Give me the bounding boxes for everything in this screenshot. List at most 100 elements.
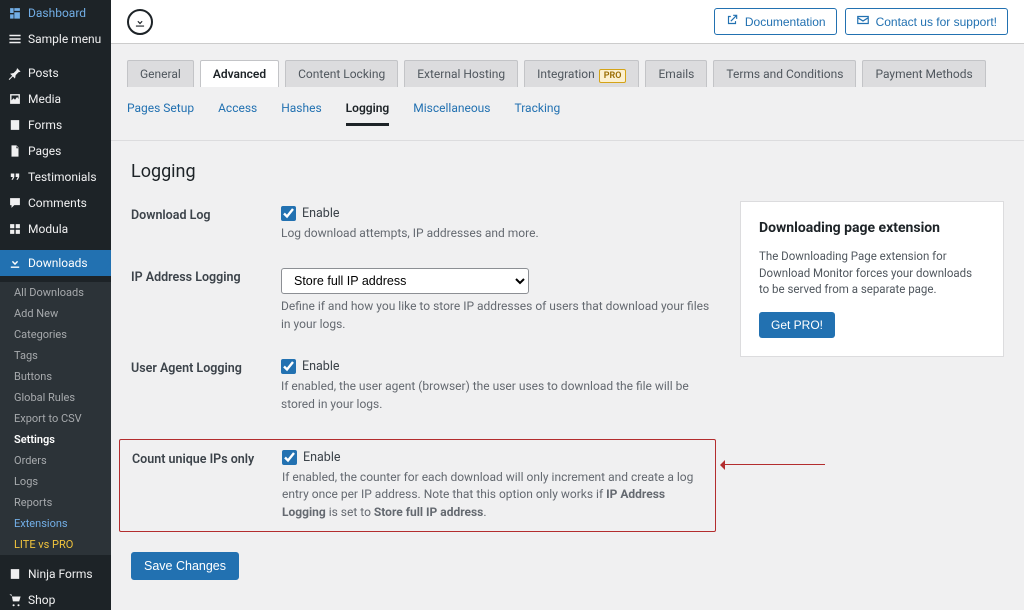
tab-advanced[interactable]: Advanced [200,60,279,87]
setting-label: IP Address Logging [131,268,281,285]
sidebar-item-label: Media [28,92,61,106]
secondary-tabs: Pages Setup Access Hashes Logging Miscellane… [111,87,1024,141]
sidebar-item-media[interactable]: Media [0,86,111,112]
tab-emails[interactable]: Emails [645,60,707,87]
tab-content-locking[interactable]: Content Locking [285,60,398,87]
quote-icon [8,170,22,184]
sidebar-item-shop[interactable]: Shop [0,587,111,610]
tab-payment-methods[interactable]: Payment Methods [862,60,985,87]
ip-logging-select[interactable]: Store full IP address [281,268,529,294]
main-content: Documentation Contact us for support! Ge… [111,0,1024,610]
sidebar-item-label: Shop [28,593,55,607]
primary-tabs: GeneralAdvancedContent LockingExternal H… [127,60,1008,87]
sidebar-item-posts[interactable]: Posts [0,60,111,86]
enable-label: Enable [302,206,340,221]
enable-label: Enable [302,359,340,374]
sidebar-subitem-all-downloads[interactable]: All Downloads [0,282,111,303]
sidebar-item-label: Sample menu [28,32,101,46]
tab-external-hosting[interactable]: External Hosting [404,60,518,87]
promo-title: Downloading page extension [759,220,985,236]
promo-desc: The Downloading Page extension for Downl… [759,248,985,298]
sidebar-item-label: Modula [28,222,68,236]
subtab-access[interactable]: Access [218,101,257,126]
sidebar-subitem-extensions[interactable]: Extensions [0,513,111,534]
forms-icon [8,567,22,581]
sidebar-item-ninja-forms[interactable]: Ninja Forms [0,561,111,587]
subtab-logging[interactable]: Logging [346,101,390,126]
sidebar-item-label: Forms [28,118,62,132]
support-button[interactable]: Contact us for support! [845,8,1008,35]
setting-desc: Define if and how you like to store IP a… [281,298,716,333]
topbar: Documentation Contact us for support! [111,0,1024,44]
forms-icon [8,118,22,132]
page-icon [8,144,22,158]
sidebar-subitem-export-to-csv[interactable]: Export to CSV [0,408,111,429]
sidebar-item-label: Pages [28,144,61,158]
sidebar-item-downloads[interactable]: Downloads [0,250,111,276]
tab-general[interactable]: General [127,60,194,87]
dashboard-icon [8,6,22,20]
sidebar-item-sample-menu[interactable]: Sample menu [0,26,111,52]
subtab-pages-setup[interactable]: Pages Setup [127,101,194,126]
sidebar-item-testimonials[interactable]: Testimonials [0,164,111,190]
setting-unique-ip: Count unique IPs only Enable If enabled,… [132,450,703,521]
save-button[interactable]: Save Changes [131,552,239,580]
sidebar-item-modula[interactable]: Modula [0,216,111,242]
sidebar-subitem-reports[interactable]: Reports [0,492,111,513]
support-label: Contact us for support! [876,15,997,29]
modula-icon [8,222,22,236]
tab-terms-and-conditions[interactable]: Terms and Conditions [713,60,856,87]
sidebar-subitem-logs[interactable]: Logs [0,471,111,492]
sidebar-subitem-tags[interactable]: Tags [0,345,111,366]
sidebar-item-label: Dashboard [28,6,86,20]
sidebar-item-label: Testimonials [28,170,97,184]
pro-badge: PRO [599,69,627,83]
comment-icon [8,196,22,210]
documentation-button[interactable]: Documentation [714,8,837,35]
download-log-checkbox[interactable] [281,206,296,221]
admin-sidebar: Dashboard Sample menu Posts Media Forms Pages… [0,0,111,610]
annotation-arrow [721,464,825,465]
setting-download-log: Download Log Enable Log download attempt… [131,206,716,242]
page-title: Logging [131,161,716,182]
media-icon [8,92,22,106]
sidebar-subitem-buttons[interactable]: Buttons [0,366,111,387]
sidebar-subitem-settings[interactable]: Settings [0,429,111,450]
setting-ip-logging: IP Address Logging Store full IP address… [131,268,716,333]
sidebar-item-label: Ninja Forms [28,567,93,581]
plugin-logo [127,9,153,35]
unique-ip-checkbox[interactable] [282,450,297,465]
ua-logging-checkbox[interactable] [281,359,296,374]
setting-ua-logging: User Agent Logging Enable If enabled, th… [131,359,716,413]
highlighted-setting-box: Count unique IPs only Enable If enabled,… [119,439,716,532]
menu-icon [8,32,22,46]
sidebar-item-label: Downloads [28,256,88,270]
setting-desc: If enabled, the counter for each downloa… [282,469,703,521]
subtab-miscellaneous[interactable]: Miscellaneous [413,101,490,126]
setting-label: Count unique IPs only [132,450,282,467]
setting-desc: If enabled, the user agent (browser) the… [281,378,716,413]
promo-box: Downloading page extension The Downloadi… [740,201,1004,357]
sidebar-item-forms[interactable]: Forms [0,112,111,138]
promo-button[interactable]: Get PRO! [759,312,835,338]
sidebar-subitem-orders[interactable]: Orders [0,450,111,471]
sidebar-item-dashboard[interactable]: Dashboard [0,0,111,26]
tab-integration[interactable]: IntegrationPRO [524,60,639,87]
sidebar-subitem-lite-vs-pro[interactable]: LITE vs PRO [0,534,111,555]
setting-label: Download Log [131,206,281,223]
setting-desc: Log download attempts, IP addresses and … [281,225,716,242]
subtab-tracking[interactable]: Tracking [515,101,561,126]
pin-icon [8,66,22,80]
sidebar-subitem-global-rules[interactable]: Global Rules [0,387,111,408]
sidebar-subitem-add-new[interactable]: Add New [0,303,111,324]
sidebar-item-comments[interactable]: Comments [0,190,111,216]
sidebar-subitem-categories[interactable]: Categories [0,324,111,345]
sidebar-item-pages[interactable]: Pages [0,138,111,164]
external-link-icon [725,13,739,30]
sidebar-item-label: Posts [28,66,59,80]
subtab-hashes[interactable]: Hashes [281,101,321,126]
documentation-label: Documentation [745,15,826,29]
setting-label: User Agent Logging [131,359,281,376]
sidebar-item-label: Comments [28,196,87,210]
download-icon [8,256,22,270]
